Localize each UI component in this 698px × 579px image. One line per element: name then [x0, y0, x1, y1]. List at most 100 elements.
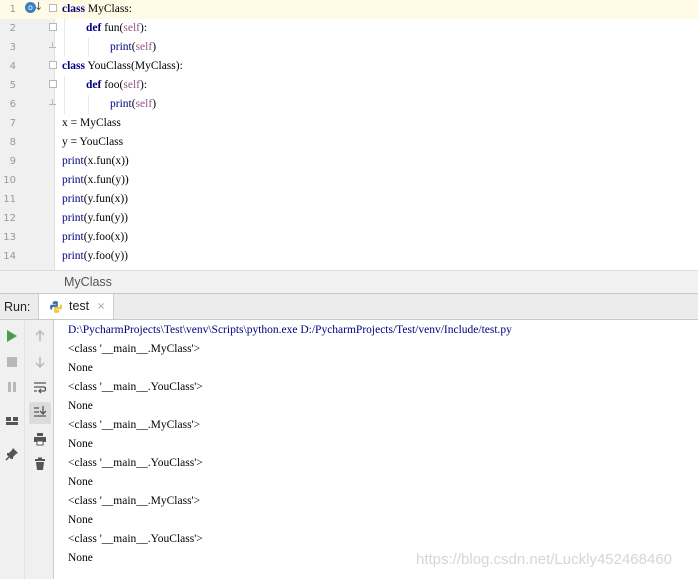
- code-text: print(y.fun(y)): [62, 209, 128, 228]
- fold-end-icon[interactable]: [49, 42, 57, 51]
- code-text: def fun(self):: [86, 19, 147, 38]
- code-line[interactable]: 2 def fun(self):: [0, 19, 698, 38]
- console-output-line: <class '__main__.MyClass'>: [68, 495, 201, 507]
- line-number: 13: [3, 232, 16, 243]
- code-text: print(x.fun(y)): [62, 171, 129, 190]
- keyword-token: def: [86, 22, 102, 34]
- line-number: 14: [3, 251, 16, 262]
- code-line[interactable]: 14 print(y.foo(y)): [0, 247, 698, 266]
- console-output-line: <class '__main__.MyClass'>: [68, 419, 201, 431]
- code-line[interactable]: 9 print(x.fun(x)): [0, 152, 698, 171]
- code-token: (x.fun(x)): [83, 155, 129, 167]
- line-number: 5: [9, 80, 16, 91]
- builtin-token: print: [110, 41, 132, 53]
- code-text: class YouClass(MyClass):: [62, 57, 183, 76]
- run-icon[interactable]: [2, 326, 22, 346]
- code-token: (y.fun(y)): [83, 212, 129, 224]
- print-icon[interactable]: [30, 429, 50, 449]
- indent-guide: [88, 95, 89, 114]
- code-line[interactable]: 13 print(y.foo(x)): [0, 228, 698, 247]
- self-token: self: [135, 98, 153, 110]
- console-output-line: <class '__main__.YouClass'>: [68, 381, 203, 393]
- code-text: print(self): [110, 95, 156, 114]
- stop-icon[interactable]: [2, 352, 22, 372]
- console-command-line: D:\PycharmProjects\Test\venv\Scripts\pyt…: [68, 324, 512, 336]
- pause-icon[interactable]: [2, 377, 22, 397]
- code-line[interactable]: 4 class YouClass(MyClass):: [0, 57, 698, 76]
- breadcrumb: MyClass: [0, 270, 698, 294]
- code-line[interactable]: 3 print(self): [0, 38, 698, 57]
- code-text: class MyClass:: [62, 0, 132, 19]
- code-line[interactable]: 1 class MyClass: o ↓: [0, 0, 698, 19]
- console-output-line: <class '__main__.YouClass'>: [68, 533, 203, 545]
- run-label: Run:: [4, 300, 31, 314]
- code-token: y = YouClass: [62, 136, 124, 148]
- code-text: print(y.foo(y)): [62, 247, 128, 266]
- code-line[interactable]: 12 print(y.fun(y)): [0, 209, 698, 228]
- code-token: MyClass:: [85, 3, 132, 15]
- console-output-line: <class '__main__.YouClass'>: [68, 457, 203, 469]
- code-token: foo(: [101, 79, 124, 91]
- console-output-line: None: [68, 362, 93, 374]
- indent-guide: [64, 19, 65, 38]
- code-line[interactable]: 8 y = YouClass: [0, 133, 698, 152]
- builtin-token: print: [62, 231, 84, 243]
- fold-icon[interactable]: [49, 61, 57, 69]
- python-icon: [50, 301, 62, 313]
- console-output-line: None: [68, 514, 93, 526]
- console-output-line: <class '__main__.MyClass'>: [68, 343, 201, 355]
- soft-wrap-icon[interactable]: [30, 377, 50, 397]
- breadcrumb-item[interactable]: MyClass: [64, 271, 112, 294]
- fold-end-icon[interactable]: [49, 99, 57, 108]
- layout-icon[interactable]: [2, 411, 22, 431]
- run-tab-test[interactable]: test ×: [38, 294, 114, 319]
- code-line[interactable]: 5 def foo(self):: [0, 76, 698, 95]
- code-line[interactable]: 7 x = MyClass: [0, 114, 698, 133]
- indent-guide: [64, 38, 65, 57]
- scroll-to-end-icon[interactable]: [29, 402, 51, 424]
- code-line[interactable]: 10 print(x.fun(y)): [0, 171, 698, 190]
- builtin-token: print: [62, 174, 84, 186]
- console-output-line: None: [68, 438, 93, 450]
- line-number: 11: [3, 194, 16, 205]
- close-icon[interactable]: ×: [97, 294, 105, 319]
- code-token: (y.fun(x)): [83, 193, 129, 205]
- builtin-token: print: [110, 98, 132, 110]
- fold-icon[interactable]: [49, 4, 57, 12]
- overridden-arrow-icon[interactable]: ↓: [34, 1, 43, 13]
- code-text: x = MyClass: [62, 114, 121, 133]
- code-token: x = MyClass: [62, 117, 121, 129]
- self-token: self: [123, 22, 140, 34]
- trash-icon[interactable]: [30, 454, 50, 474]
- code-token: (x.fun(y)): [83, 174, 129, 186]
- code-token: fun(: [101, 22, 124, 34]
- console-output-line: None: [68, 552, 93, 564]
- fold-icon[interactable]: [49, 80, 57, 88]
- code-editor[interactable]: 1 class MyClass: o ↓ 2 def fun(self): 3 print(s…: [0, 0, 698, 270]
- line-number: 8: [9, 137, 16, 148]
- pin-icon[interactable]: [2, 444, 22, 464]
- code-token: ):: [140, 22, 148, 34]
- line-number: 4: [9, 61, 16, 72]
- watermark-text: https://blog.csdn.net/Luckly452468460: [416, 551, 673, 568]
- line-number: 10: [3, 175, 16, 186]
- code-text: print(y.fun(x)): [62, 190, 128, 209]
- keyword-token: class: [62, 3, 85, 15]
- self-token: self: [123, 79, 140, 91]
- scroll-down-icon[interactable]: [30, 352, 50, 372]
- code-line[interactable]: 6 print(self): [0, 95, 698, 114]
- run-tool-header: Run: test ×: [0, 294, 698, 320]
- code-token: YouClass(MyClass):: [85, 60, 183, 72]
- code-line[interactable]: 11 print(y.fun(x)): [0, 190, 698, 209]
- console-output-line: None: [68, 476, 93, 488]
- builtin-token: print: [62, 193, 84, 205]
- fold-icon[interactable]: [49, 23, 57, 31]
- console-output-line: None: [68, 400, 93, 412]
- builtin-token: print: [62, 212, 84, 224]
- scroll-up-icon[interactable]: [30, 326, 50, 346]
- code-token: (y.foo(x)): [83, 231, 129, 243]
- code-text: print(x.fun(x)): [62, 152, 129, 171]
- run-console[interactable]: D:\PycharmProjects\Test\venv\Scripts\pyt…: [54, 320, 698, 579]
- line-number: 7: [9, 118, 16, 129]
- line-number: 6: [9, 99, 16, 110]
